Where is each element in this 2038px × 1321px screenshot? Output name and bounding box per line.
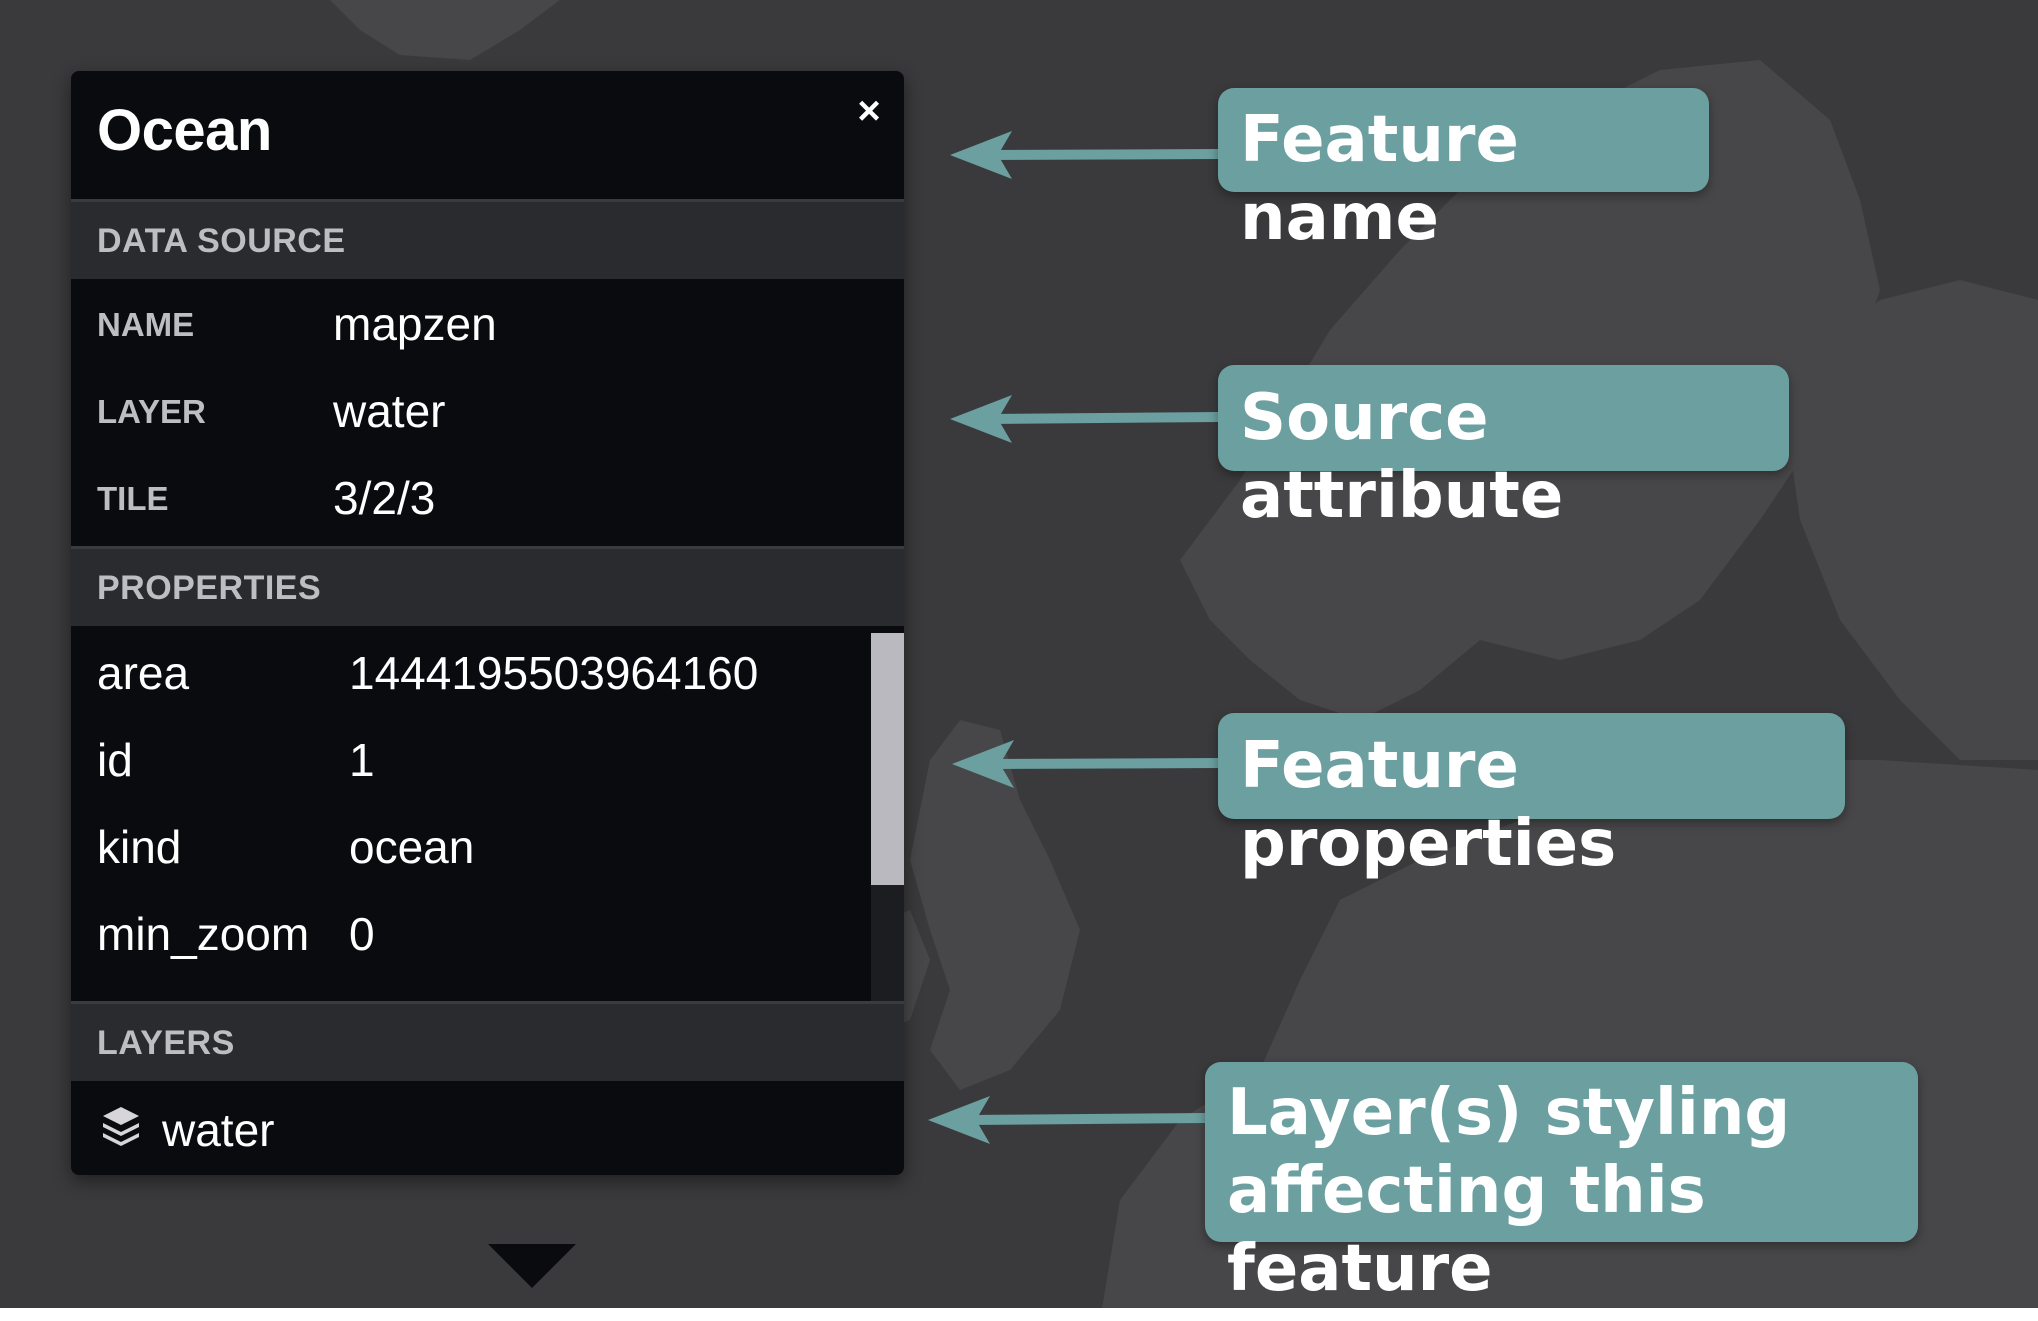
property-value: 1444195503964160 (349, 647, 759, 699)
property-key: kind (97, 821, 182, 873)
bottom-edge (0, 1308, 2038, 1321)
callout-layer-styling-line1: Layer(s) styling (1227, 1076, 1791, 1150)
feature-inspector-popup: Ocean × DATA SOURCE NAME mapzen LAYER wa… (71, 71, 904, 1288)
property-key: id (97, 734, 133, 786)
name-label: NAME (97, 306, 195, 343)
callout-source-attribute: Source attribute (1218, 365, 1789, 533)
layers-icon (103, 1107, 139, 1146)
property-key: min_zoom (97, 908, 310, 960)
layer-value: water (333, 385, 446, 437)
tile-value: 3/2/3 (333, 472, 436, 524)
layer-label: LAYER (97, 393, 206, 430)
callout-layer-styling-line2: affecting this feature (1227, 1154, 1706, 1306)
properties-header: PROPERTIES (71, 546, 904, 626)
layer-item-water[interactable]: water (71, 1083, 904, 1175)
property-value: ocean (349, 821, 475, 873)
name-value: mapzen (333, 298, 497, 350)
close-button[interactable]: × (847, 89, 891, 133)
feature-title: Ocean (97, 98, 272, 163)
tile-label: TILE (97, 480, 169, 517)
data-source-heading: DATA SOURCE (97, 222, 346, 260)
layer-name: water (162, 1104, 275, 1156)
popup-pointer (488, 1244, 576, 1288)
properties-scrollbar-thumb[interactable] (871, 633, 904, 885)
callout-feature-properties: Feature properties (1218, 713, 1845, 881)
popup-header: Ocean × (71, 71, 904, 199)
data-source-header: DATA SOURCE (71, 199, 904, 279)
callout-layer-styling: Layer(s) styling affecting this feature (1205, 1062, 1918, 1306)
properties-heading: PROPERTIES (97, 569, 322, 607)
layers-header: LAYERS (71, 1001, 904, 1081)
layers-heading: LAYERS (97, 1024, 235, 1062)
property-key: area (97, 647, 190, 699)
callout-feature-name: Feature name (1218, 88, 1709, 255)
property-value: 0 (349, 908, 375, 960)
property-value: 1 (349, 734, 375, 786)
